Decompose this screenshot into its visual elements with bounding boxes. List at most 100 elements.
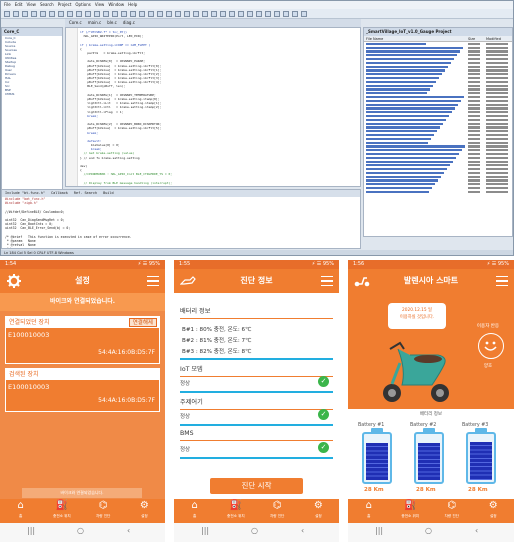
menu-item[interactable]: View <box>26 2 36 7</box>
menu-item[interactable]: Search <box>40 2 54 7</box>
recent-apps-icon[interactable]: ||| <box>201 526 209 535</box>
recent-apps-icon[interactable]: ||| <box>27 526 35 535</box>
toolbar-button-icon[interactable] <box>238 11 244 17</box>
toolbar-button-icon[interactable] <box>157 11 163 17</box>
nav-home[interactable]: ⌂ 홈 <box>0 499 41 523</box>
editor-tab[interactable]: Core.c <box>69 20 82 25</box>
file-row[interactable] <box>364 190 512 194</box>
nav-vehicle-diagnosis[interactable]: ⌬ 차량 진단 <box>83 499 124 523</box>
status-bar: 1:56 ⚡ ☰ 95% <box>348 260 514 269</box>
toolbar-button-icon[interactable] <box>94 11 100 17</box>
menu-item[interactable]: Options <box>75 2 90 7</box>
connection-banner: 바이크와 연결되었습니다. <box>0 293 165 311</box>
toolbar-button-icon[interactable] <box>220 11 226 17</box>
toolbar-button-icon[interactable] <box>247 11 253 17</box>
menu-item[interactable]: Edit <box>15 2 23 7</box>
divider <box>180 391 333 393</box>
project-tree-item[interactable]: CMSIS <box>2 92 62 96</box>
bms-title: BMS <box>180 430 194 437</box>
toolbar-button-icon[interactable] <box>112 11 118 17</box>
nav-vehicle-diagnosis[interactable]: ⌬ 차량 진단 <box>257 499 298 523</box>
menu-item[interactable]: Help <box>128 2 137 7</box>
output-tab[interactable]: Ref. Search <box>74 191 97 195</box>
status-bar: 1:54 ⚡ ☰ 95% <box>0 260 165 269</box>
menu-icon[interactable] <box>147 276 159 286</box>
toolbar-button-icon[interactable] <box>58 11 64 17</box>
nav-charging-station[interactable]: ⛽ 충전소 위치 <box>390 499 432 523</box>
connected-device-box: 연결되었던 장치 연결해제 E100010003 54:4A:16:0B:D5:… <box>5 316 160 364</box>
toolbar-button-icon[interactable] <box>139 11 145 17</box>
toolbar-button-icon[interactable] <box>76 11 82 17</box>
toolbar-button-icon[interactable] <box>49 11 55 17</box>
toolbar-button-icon[interactable] <box>103 11 109 17</box>
toolbar-button-icon[interactable] <box>265 11 271 17</box>
nav-home[interactable]: ⌂ 홈 <box>174 499 215 523</box>
nav-charging-station[interactable]: ⛽ 충전소 위치 <box>41 499 82 523</box>
menu-icon[interactable] <box>496 276 508 286</box>
back-icon[interactable]: ‹ <box>475 526 478 535</box>
toolbar-button-icon[interactable] <box>148 11 154 17</box>
disconnect-button[interactable]: 연결해제 <box>128 318 157 327</box>
project-panel-title: Core_C <box>2 28 62 36</box>
back-icon[interactable]: ‹ <box>127 526 130 535</box>
battery-panel: 배터리 정보 Battery #1 28 Km Battery #2 28 Km Bat… <box>348 409 514 499</box>
bms-row: 정상 ✓ <box>180 441 333 455</box>
home-icon[interactable]: ○ <box>77 526 84 535</box>
toolbar-button-icon[interactable] <box>67 11 73 17</box>
output-tab[interactable]: Include "bt-func.h" <box>5 191 45 195</box>
toolbar-button-icon[interactable] <box>40 11 46 17</box>
toolbar-button-icon[interactable] <box>166 11 172 17</box>
menu-item[interactable]: Window <box>108 2 124 7</box>
toolbar-button-icon[interactable] <box>130 11 136 17</box>
ide-window: File Edit View Search Project Options View Wind… <box>0 0 514 256</box>
iot-modem-status: 정상 <box>180 381 191 387</box>
menu-item[interactable]: File <box>4 2 11 7</box>
toolbar-button-icon[interactable] <box>229 11 235 17</box>
menu-item[interactable]: Project <box>58 2 72 7</box>
toolbar-button-icon[interactable] <box>202 11 208 17</box>
toolbar-button-icon[interactable] <box>4 11 10 17</box>
menu-icon[interactable] <box>321 276 333 286</box>
nav-settings[interactable]: ⚙ 설정 <box>124 499 165 523</box>
editor-tab[interactable]: ble.c <box>107 20 117 25</box>
toolbar-button-icon[interactable] <box>13 11 19 17</box>
toolbar-button-icon[interactable] <box>22 11 28 17</box>
code-editor[interactable]: if (/*UTCSB2.f* = tn(_0Y)) HAL_GPIO_WRIT… <box>65 27 361 187</box>
editor-tab[interactable]: main.c <box>88 20 101 25</box>
nav-home[interactable]: ⌂ 홈 <box>348 499 390 523</box>
clock: 1:55 <box>179 261 191 267</box>
nav-vehicle-diagnosis[interactable]: ⌬ 차량 진단 <box>431 499 473 523</box>
mood-text: 양호 <box>483 364 493 369</box>
output-tab[interactable]: Build <box>103 191 114 195</box>
toolbar-button-icon[interactable] <box>121 11 127 17</box>
menu-item[interactable]: View <box>95 2 105 7</box>
toolbar-button-icon[interactable] <box>292 11 298 17</box>
fuel-station-icon: ⛽ <box>229 500 243 511</box>
toolbar-button-icon[interactable] <box>184 11 190 17</box>
toolbar-button-icon[interactable] <box>31 11 37 17</box>
toolbar-button-icon[interactable] <box>283 11 289 17</box>
toolbar-button-icon[interactable] <box>274 11 280 17</box>
toolbar-button-icon[interactable] <box>175 11 181 17</box>
recent-apps-icon[interactable]: ||| <box>375 526 383 535</box>
connected-device-id[interactable]: E100010003 <box>8 331 49 339</box>
divider <box>180 358 333 360</box>
toolbar-button-icon[interactable] <box>211 11 217 17</box>
home-icon[interactable]: ○ <box>251 526 258 535</box>
start-diagnosis-button[interactable]: 진단 시작 <box>210 478 303 494</box>
fuel-station-icon: ⛽ <box>55 500 69 511</box>
toolbar-button-icon[interactable] <box>301 11 307 17</box>
connected-status-button[interactable]: 바이크와 연결되었습니다. <box>22 488 142 498</box>
nav-settings[interactable]: ⚙ 설정 <box>473 499 514 523</box>
toolbar-button-icon[interactable] <box>193 11 199 17</box>
nav-charging-station[interactable]: ⛽ 충전소 위치 <box>215 499 256 523</box>
editor-tab[interactable]: diag.c <box>123 20 135 25</box>
nav-settings[interactable]: ⚙ 설정 <box>298 499 339 523</box>
found-device-id[interactable]: E100010003 <box>8 383 49 391</box>
toolbar-button-icon[interactable] <box>256 11 262 17</box>
toolbar-button-icon[interactable] <box>85 11 91 17</box>
home-icon[interactable]: ○ <box>425 526 432 535</box>
bottom-nav: ⌂ 홈 ⛽ 충전소 위치 ⌬ 차량 진단 ⚙ 설정 <box>348 499 514 523</box>
back-icon[interactable]: ‹ <box>301 526 304 535</box>
output-tab[interactable]: Callback <box>51 191 68 195</box>
